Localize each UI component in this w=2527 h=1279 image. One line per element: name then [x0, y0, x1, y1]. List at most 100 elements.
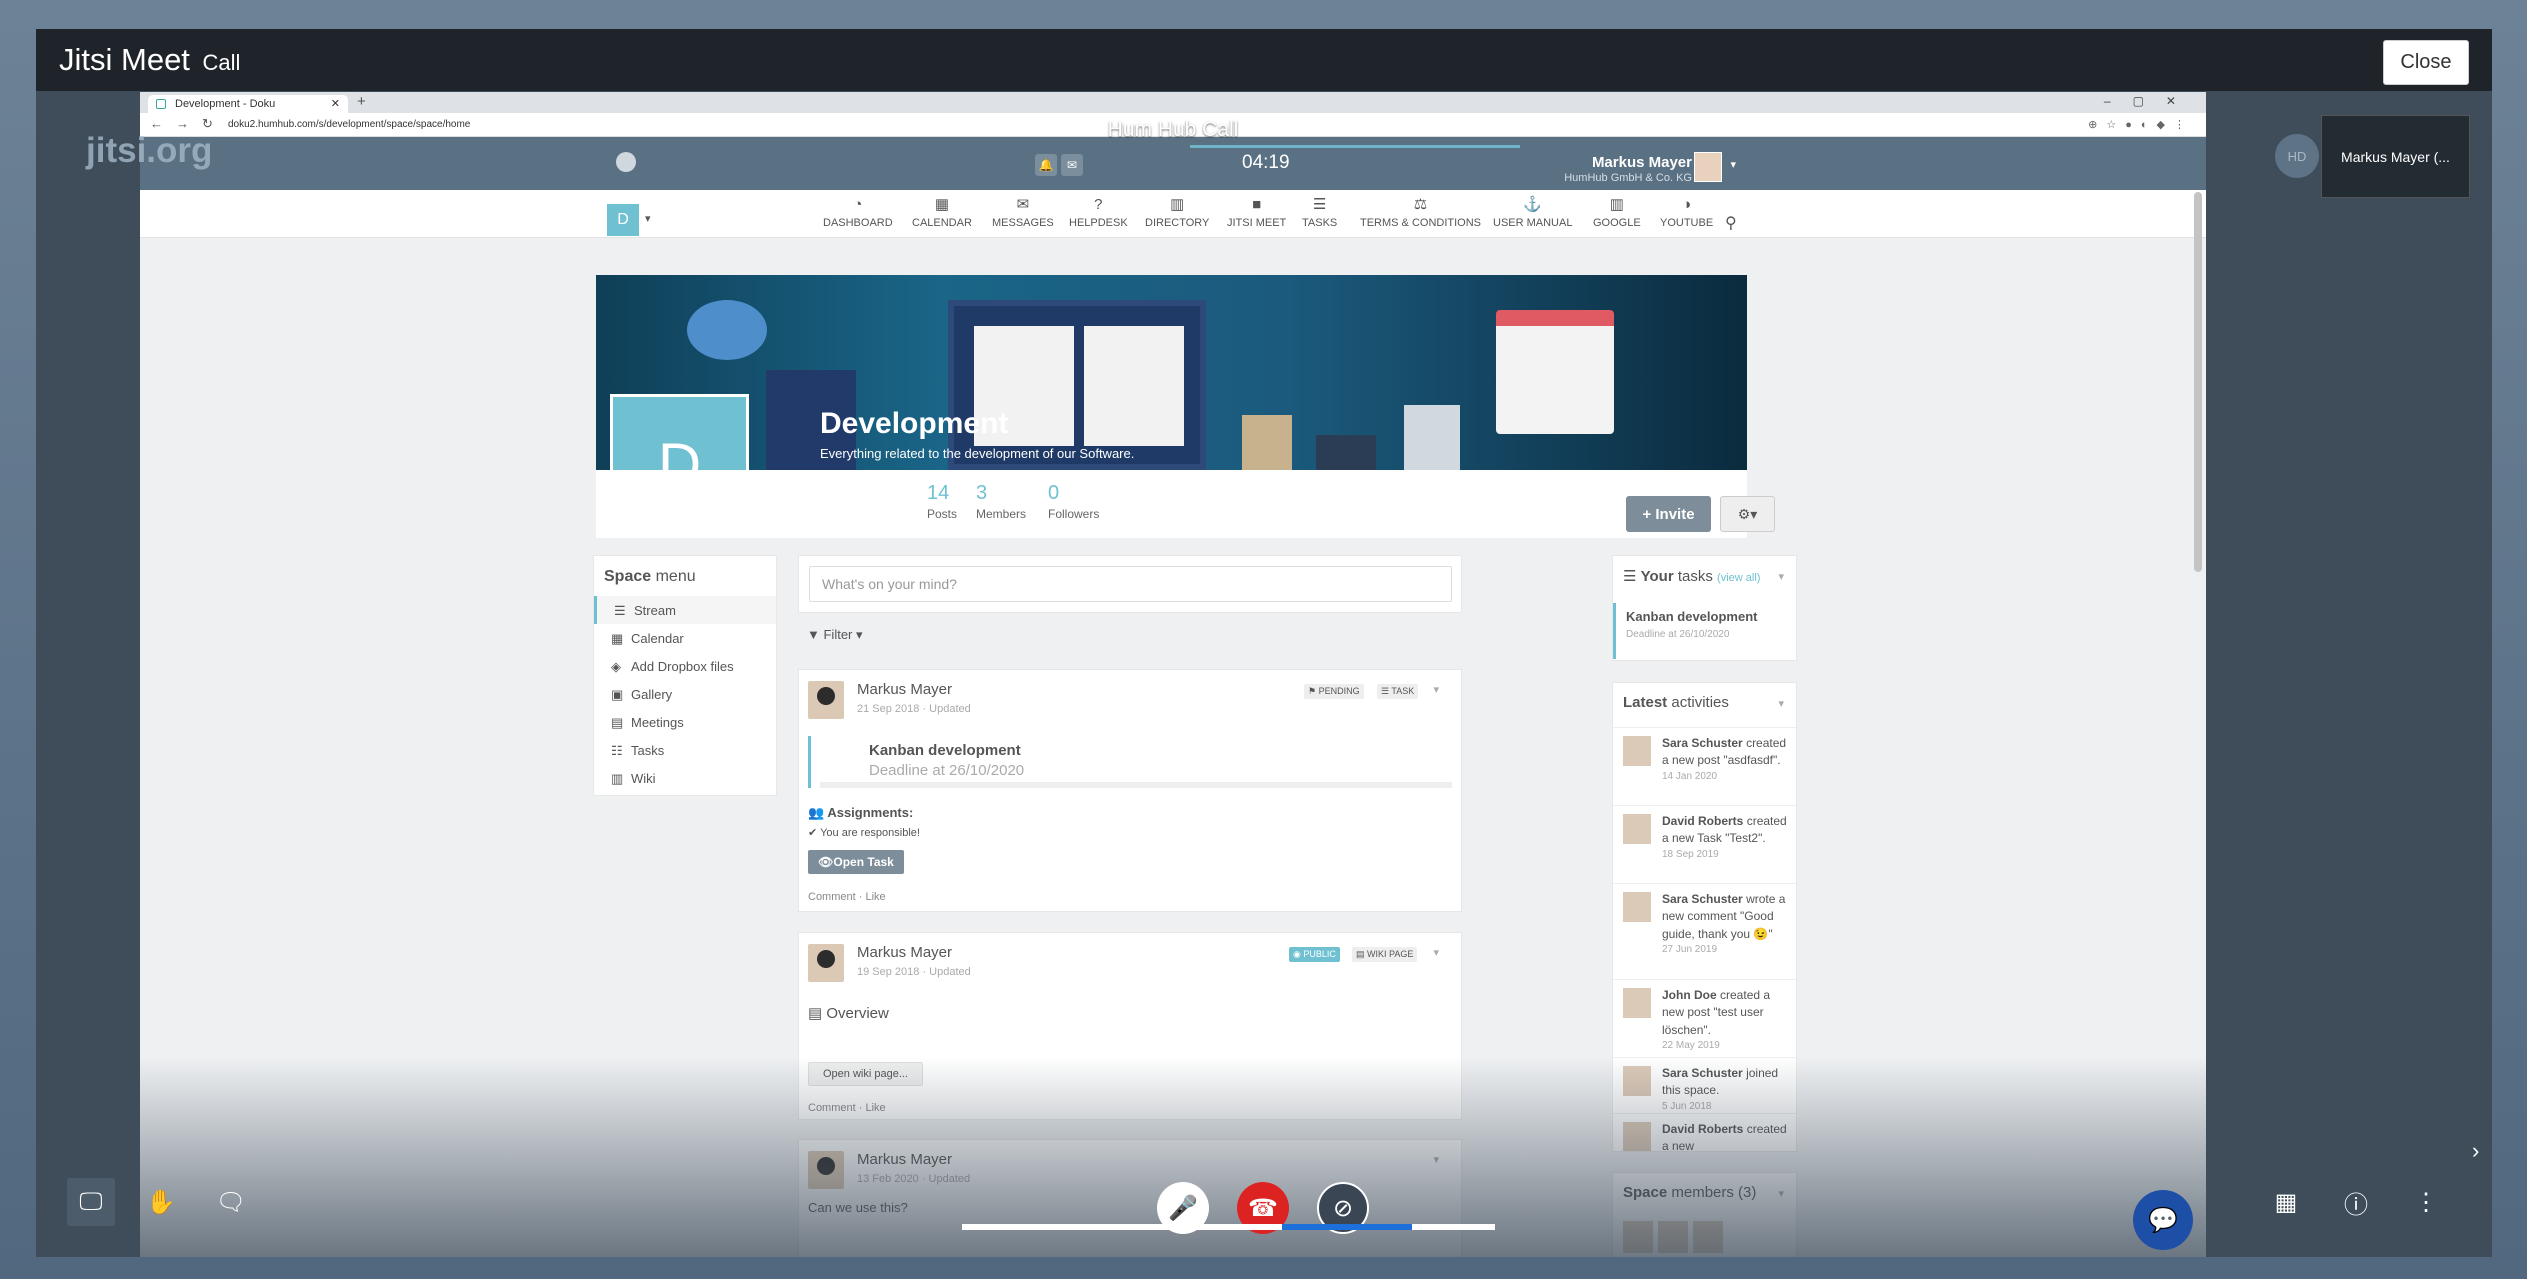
stat-posts[interactable]: 14 Posts	[927, 482, 957, 523]
panel-collapse-chevron-icon[interactable]: ▾	[1778, 1187, 1784, 1200]
open-task-button[interactable]: 👁 Open Task	[808, 850, 904, 874]
question-icon: ?	[1094, 196, 1103, 213]
screen-share-icon[interactable]: 🖵	[67, 1178, 115, 1226]
space-menu-item-gallery[interactable]: ▣ Gallery	[594, 680, 776, 708]
anchor-icon: ⚓	[1523, 196, 1543, 213]
stat-followers[interactable]: 0 Followers	[1048, 482, 1099, 523]
avatar[interactable]	[1693, 1221, 1723, 1253]
open-wiki-button[interactable]: Open wiki page...	[808, 1062, 923, 1086]
activity-item[interactable]: Sara Schuster wrote a new comment "Good …	[1613, 883, 1796, 979]
post-menu-chevron-icon[interactable]: ▾	[1433, 946, 1439, 959]
post-actions[interactable]: Comment · Like	[808, 1102, 886, 1114]
search-icon[interactable]: ⚲	[1725, 213, 1737, 233]
post-menu-chevron-icon[interactable]: ▾	[1433, 1153, 1439, 1166]
avatar[interactable]	[808, 944, 844, 982]
menu-item-label: MESSAGES	[992, 217, 1054, 229]
activity-item[interactable]: Sara Schuster created a new post "asdfas…	[1613, 727, 1796, 805]
menu-item-label: TERMS & CONDITIONS	[1360, 217, 1482, 229]
space-menu-item-calendar[interactable]: ▦ Calendar	[594, 624, 776, 652]
user-menu-caret-icon[interactable]: ▾	[1730, 158, 1736, 171]
avatar[interactable]	[808, 681, 844, 719]
raise-hand-icon[interactable]: ✋	[137, 1178, 185, 1226]
chat-bubble-icon[interactable]: 💬	[2133, 1190, 2193, 1250]
activity-item[interactable]: Sara Schuster joined this space. 5 Jun 20…	[1613, 1057, 1796, 1113]
invite-button[interactable]: + Invite	[1626, 496, 1711, 532]
panel-collapse-chevron-icon[interactable]: ▾	[1778, 697, 1784, 710]
menu-item-label: JITSI MEET	[1227, 217, 1287, 229]
close-button[interactable]: Close	[2383, 40, 2469, 85]
avatar[interactable]	[1658, 1221, 1688, 1253]
tab-close-icon[interactable]: ✕	[331, 97, 340, 110]
space-menu-item-tasks[interactable]: ☷ Tasks	[594, 736, 776, 764]
page-scrollbar[interactable]	[2194, 192, 2202, 572]
panel-collapse-chevron-icon[interactable]: ▾	[1778, 570, 1784, 583]
activity-item[interactable]: David Roberts created a new	[1613, 1113, 1796, 1151]
post-menu-chevron-icon[interactable]: ▾	[1433, 683, 1439, 696]
menu-item-directory[interactable]: ▥ DIRECTORY	[1145, 197, 1209, 229]
space-title: Development	[820, 407, 1009, 440]
assignments-heading: 👥 Assignments:	[808, 805, 914, 820]
chevron-right-icon[interactable]: ›	[2472, 1138, 2479, 1164]
composer-input[interactable]: What's on your mind?	[809, 566, 1452, 602]
post-date: 21 Sep 2018 · Updated	[857, 703, 971, 715]
space-settings-gear-icon[interactable]: ⚙▾	[1720, 496, 1775, 532]
menu-item-calendar[interactable]: ▦ CALENDAR	[912, 197, 972, 229]
bottom-notification-bar	[962, 1224, 1495, 1230]
menu-item-jitsi-meet[interactable]: ■ JITSI MEET	[1227, 197, 1286, 229]
post-author[interactable]: Markus Mayer	[857, 681, 952, 698]
avatar	[1623, 892, 1651, 922]
menu-item-tasks[interactable]: ☰ TASKS	[1302, 197, 1337, 229]
menu-item-label: DIRECTORY	[1145, 217, 1210, 229]
browser-tab[interactable]: Development - Doku ✕	[148, 95, 348, 113]
task-card[interactable]: Kanban development Deadline at 26/10/202…	[808, 736, 1453, 788]
window-controls[interactable]: –▢✕	[2104, 94, 2198, 108]
activity-item[interactable]: John Doe created a new post "test user l…	[1613, 979, 1796, 1057]
menu-item-helpdesk[interactable]: ? HELPDESK	[1069, 197, 1128, 229]
view-all-link[interactable]: (view all)	[1717, 572, 1760, 584]
messages-envelope-icon[interactable]: ✉	[1061, 154, 1083, 176]
more-options-icon[interactable]: ⋮	[2402, 1178, 2450, 1226]
space-menu-item-label: Meetings	[631, 715, 684, 730]
activity-item[interactable]: David Roberts created a new Task "Test2"…	[1613, 805, 1796, 883]
space-chooser-caret-icon[interactable]: ▾	[645, 212, 651, 225]
post-author[interactable]: Markus Mayer	[857, 1151, 952, 1168]
humhub-logo-icon[interactable]	[616, 152, 636, 172]
user-name[interactable]: Markus Mayer	[1592, 154, 1692, 171]
menu-item-terms-conditions[interactable]: ⚖ TERMS & CONDITIONS	[1360, 197, 1481, 229]
your-task-item[interactable]: Kanban development Deadline at 26/10/202…	[1613, 603, 1796, 659]
menu-item-user-manual[interactable]: ⚓ USER MANUAL	[1493, 197, 1572, 229]
space-menu-item-wiki[interactable]: ▥ Wiki	[594, 764, 776, 792]
stat-members[interactable]: 3 Members	[976, 482, 1026, 523]
user-avatar[interactable]	[1694, 152, 1722, 182]
participant-thumbnail[interactable]: Markus Mayer (...	[2321, 115, 2470, 198]
avatar[interactable]	[808, 1151, 844, 1189]
space-menu-item-label: Calendar	[631, 631, 684, 646]
menu-item-google[interactable]: ▥ GOOGLE	[1593, 197, 1641, 229]
space-menu-item-label: Add Dropbox files	[631, 659, 734, 674]
space-menu-item-dropbox[interactable]: ◈ Add Dropbox files	[594, 652, 776, 680]
info-icon[interactable]: ⓘ	[2332, 1178, 2380, 1226]
post-actions[interactable]: Comment · Like	[808, 891, 886, 903]
modal-title-text: Jitsi Meet	[59, 42, 190, 77]
menu-item-messages[interactable]: ✉ MESSAGES	[992, 197, 1054, 229]
modal-title: Jitsi Meet Call	[59, 42, 240, 78]
avatar	[1623, 814, 1651, 844]
space-banner	[596, 275, 1747, 470]
favicon-icon	[156, 99, 166, 109]
space-chooser[interactable]: D	[607, 204, 639, 236]
humhub-topbar	[140, 137, 2206, 190]
space-menu-item-stream[interactable]: ☰ Stream	[594, 596, 776, 624]
avatar[interactable]	[1623, 1221, 1653, 1253]
post-author[interactable]: Markus Mayer	[857, 944, 952, 961]
space-menu-item-meetings[interactable]: ▤ Meetings	[594, 708, 776, 736]
menu-item-youtube[interactable]: ◑ YOUTUBE	[1660, 197, 1713, 229]
tile-view-icon[interactable]: ▦	[2262, 1178, 2310, 1226]
panel-heading: Latest activities	[1623, 694, 1729, 711]
envelope-icon: ✉	[1016, 196, 1030, 213]
chat-icon[interactable]: 🗨	[207, 1178, 255, 1226]
new-tab-icon[interactable]: +	[357, 93, 366, 110]
menu-item-dashboard[interactable]: ◔ DASHBOARD	[823, 197, 893, 229]
space-menu-item-label: Gallery	[631, 687, 673, 702]
notifications-bell-icon[interactable]: 🔔	[1035, 154, 1057, 176]
filter-dropdown[interactable]: ▼ Filter ▾	[807, 627, 863, 643]
